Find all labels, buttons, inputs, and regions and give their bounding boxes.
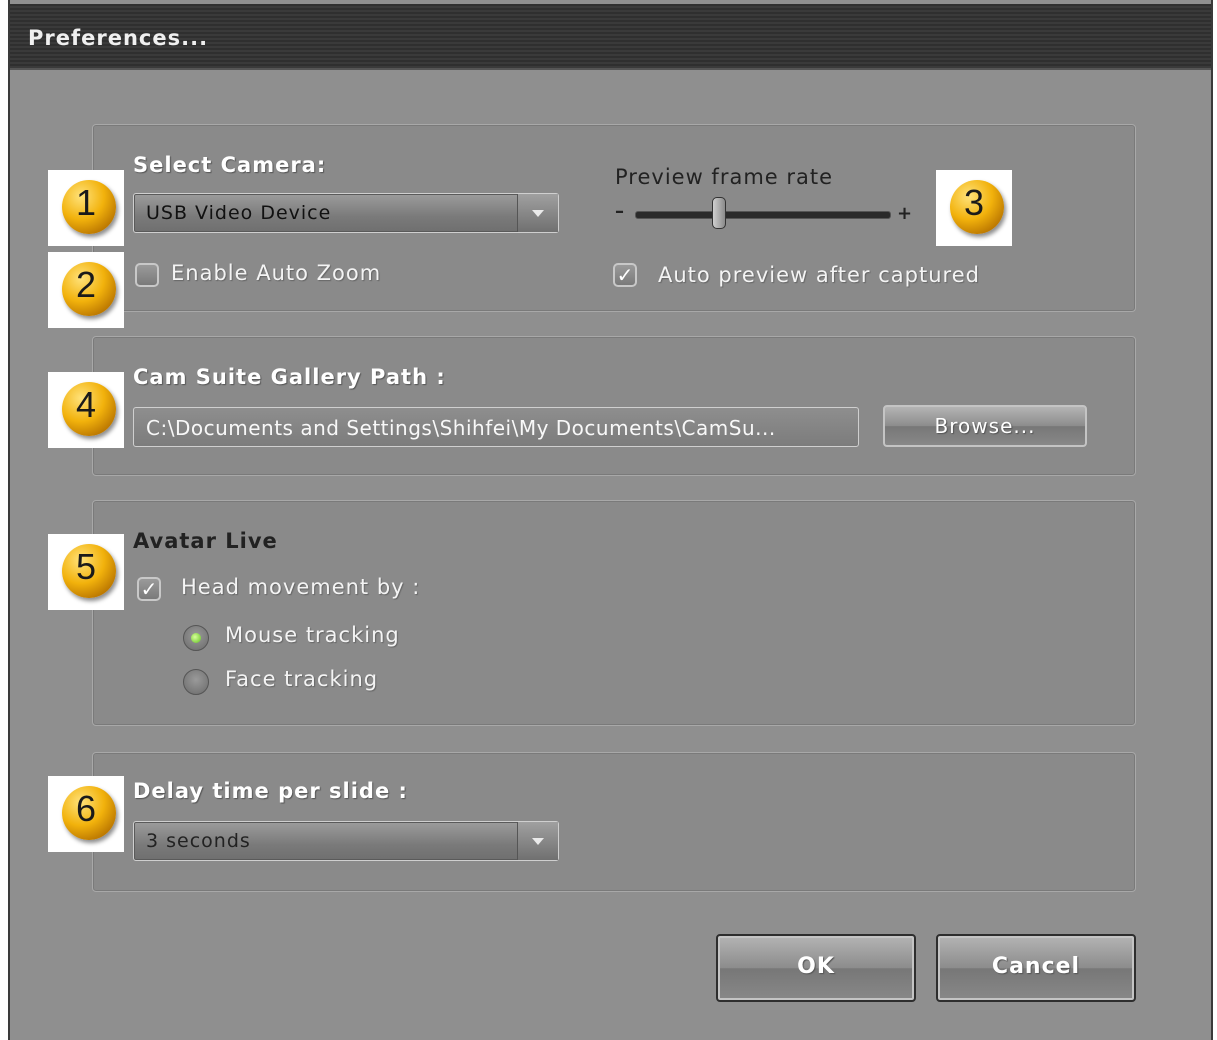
auto-preview-label: Auto preview after captured: [658, 263, 980, 287]
title-bar[interactable]: Preferences...: [10, 4, 1211, 70]
browse-button-label: Browse...: [934, 414, 1036, 438]
ok-button[interactable]: OK: [716, 934, 916, 1002]
preferences-window: Preferences... Select Camera: USB Video …: [8, 0, 1213, 1040]
badge-5: 5: [48, 534, 124, 610]
badge-number: 2: [75, 264, 97, 305]
delay-select[interactable]: 3 seconds: [133, 821, 559, 861]
select-camera-label: Select Camera:: [133, 153, 327, 177]
mouse-tracking-radio[interactable]: [183, 625, 209, 651]
cancel-button-label: Cancel: [991, 954, 1081, 979]
check-icon: ✓: [616, 263, 634, 287]
chevron-down-icon[interactable]: [517, 194, 558, 232]
window-title: Preferences...: [28, 26, 209, 50]
frame-rate-slider-track[interactable]: [635, 211, 891, 219]
delay-select-value: 3 seconds: [146, 830, 251, 852]
frame-rate-slider-thumb[interactable]: [712, 197, 727, 229]
gallery-path-label: Cam Suite Gallery Path :: [133, 365, 446, 389]
badge-number: 4: [75, 384, 97, 425]
badge-4: 4: [48, 372, 124, 448]
gallery-path-value: C:\Documents and Settings\Shihfei\My Doc…: [146, 416, 776, 440]
badge-3: 3: [936, 170, 1012, 246]
cancel-button[interactable]: Cancel: [936, 934, 1136, 1002]
slider-plus-icon: +: [897, 203, 913, 224]
head-movement-checkbox[interactable]: ✓: [137, 577, 161, 601]
auto-zoom-checkbox[interactable]: [135, 263, 159, 287]
ok-button-label: OK: [797, 954, 835, 979]
browse-button[interactable]: Browse...: [883, 405, 1087, 447]
avatar-live-label: Avatar Live: [133, 529, 278, 553]
camera-select-value: USB Video Device: [146, 202, 332, 224]
delay-label: Delay time per slide :: [133, 779, 408, 803]
badge-number: 6: [75, 788, 97, 829]
chevron-down-icon[interactable]: [517, 822, 558, 860]
camera-select[interactable]: USB Video Device: [133, 193, 559, 233]
badge-2: 2: [48, 252, 124, 328]
mouse-tracking-label: Mouse tracking: [225, 623, 400, 647]
face-tracking-label: Face tracking: [225, 667, 379, 691]
badge-number: 1: [75, 182, 97, 223]
auto-zoom-label: Enable Auto Zoom: [171, 261, 382, 285]
slider-minus-icon: –: [615, 201, 624, 222]
gallery-path-field[interactable]: C:\Documents and Settings\Shihfei\My Doc…: [133, 407, 859, 447]
check-icon: ✓: [140, 577, 158, 601]
face-tracking-radio[interactable]: [183, 669, 209, 695]
badge-number: 3: [963, 182, 985, 223]
badge-1: 1: [48, 170, 124, 246]
preview-frame-rate-label: Preview frame rate: [615, 165, 834, 189]
badge-6: 6: [48, 776, 124, 852]
badge-number: 5: [75, 546, 97, 587]
head-movement-label: Head movement by :: [181, 575, 421, 599]
delay-panel: Delay time per slide : 3 seconds: [92, 752, 1136, 892]
gallery-panel: Cam Suite Gallery Path : C:\Documents an…: [92, 336, 1136, 476]
auto-preview-checkbox[interactable]: ✓: [613, 263, 637, 287]
avatar-panel: Avatar Live ✓ Head movement by : Mouse t…: [92, 500, 1136, 726]
